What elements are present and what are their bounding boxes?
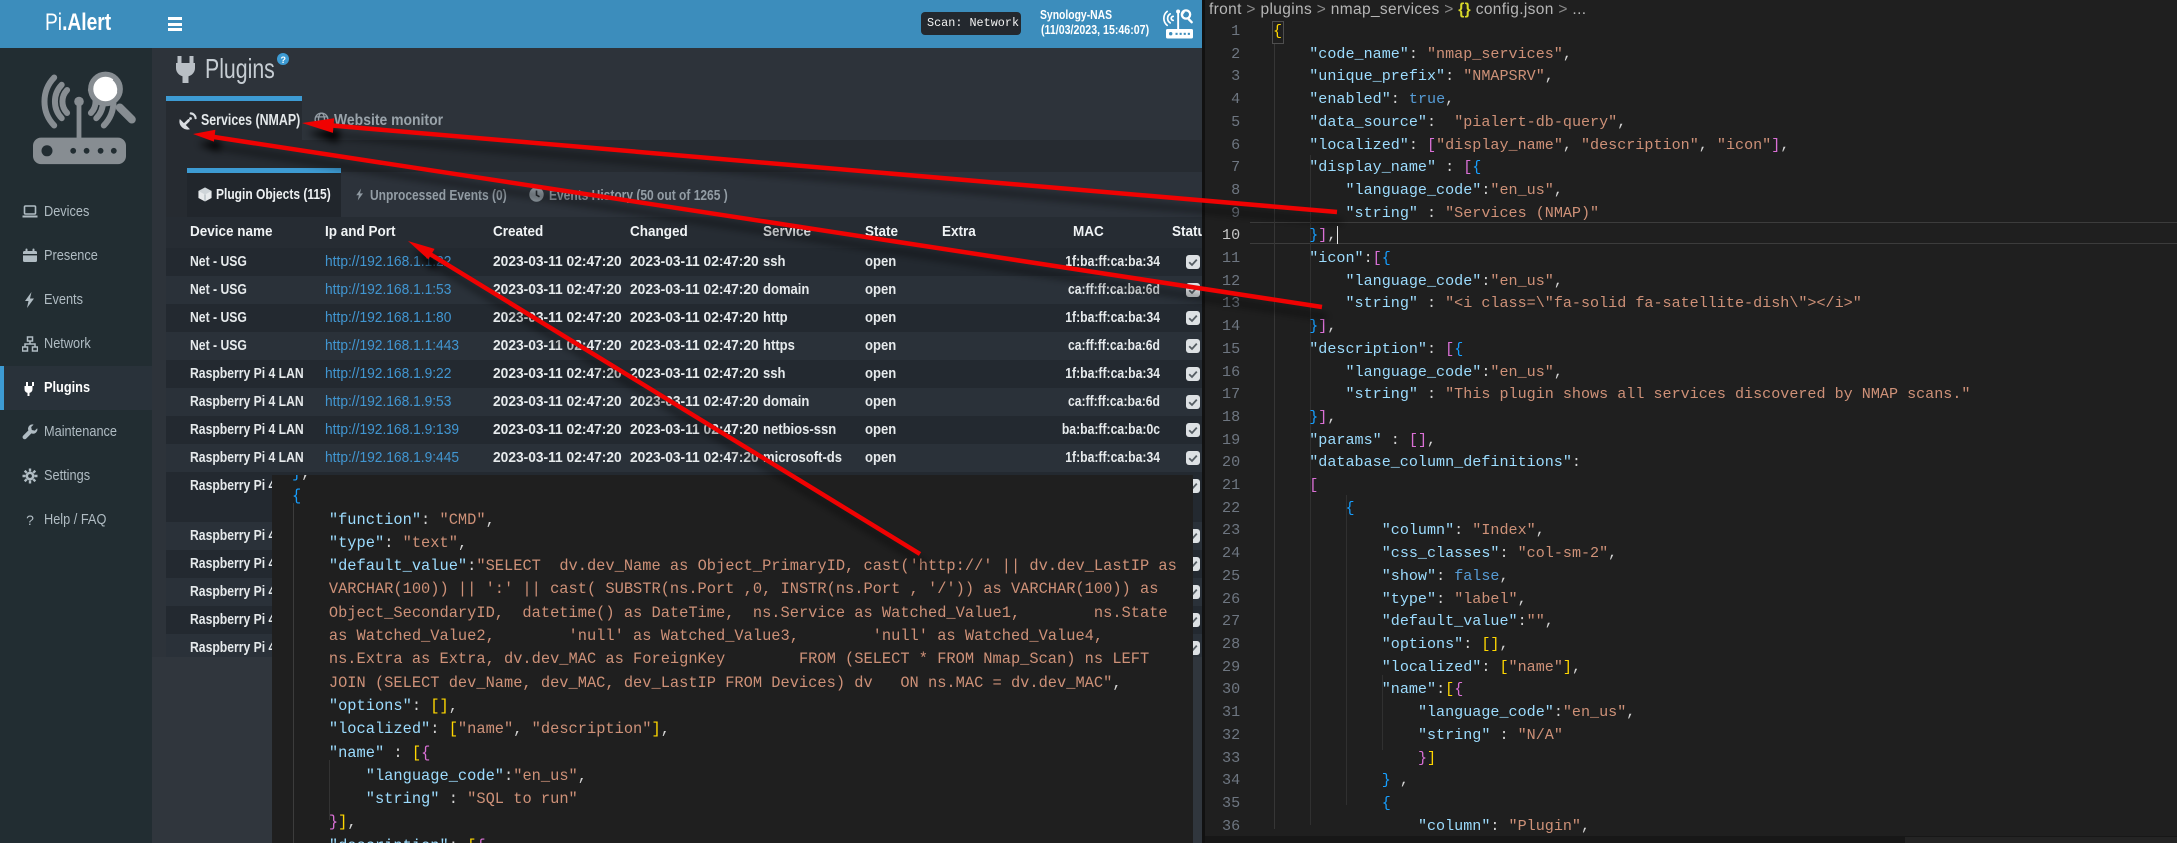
svg-text:?: ?: [26, 512, 34, 528]
